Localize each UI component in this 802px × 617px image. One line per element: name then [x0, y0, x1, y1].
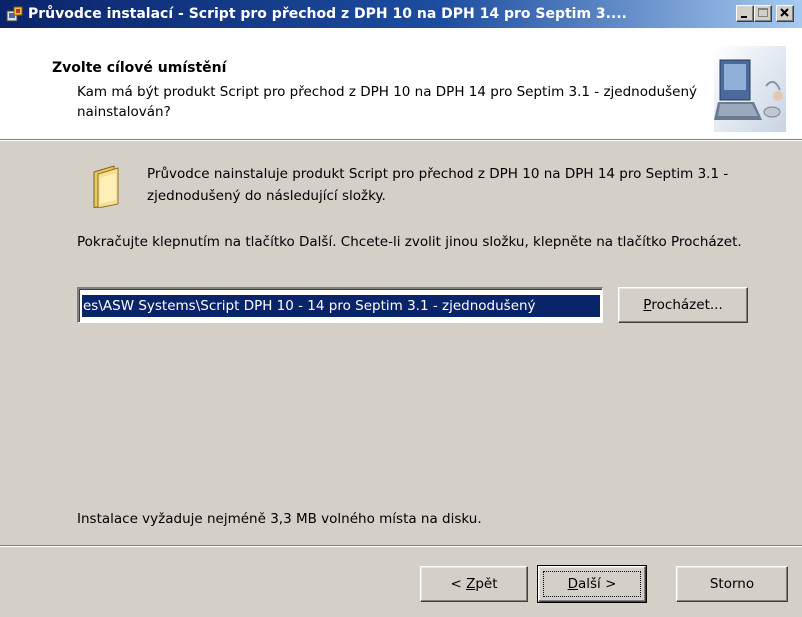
back-prefix: <	[450, 576, 467, 592]
cancel-label: Storno	[709, 576, 755, 592]
destination-path-value: es\ASW Systems\Script DPH 10 - 14 pro Se…	[82, 295, 600, 317]
maximize-button[interactable]	[754, 5, 772, 22]
browse-label: rocházet...	[651, 297, 723, 313]
next-mnemonic: D	[567, 576, 578, 592]
page-title: Zvolte cílové umístění	[52, 60, 227, 76]
installer-window: Průvodce instalací - Script pro přechod …	[0, 0, 802, 617]
cancel-button[interactable]: Storno	[676, 566, 788, 602]
installer-computer-image	[714, 46, 786, 132]
browse-mnemonic: P	[643, 297, 652, 313]
title-bar[interactable]: Průvodce instalací - Script pro přechod …	[0, 0, 802, 28]
back-mnemonic: Z	[466, 576, 476, 592]
minimize-button[interactable]	[736, 5, 754, 22]
install-intro-text: Průvodce nainstaluje produkt Script pro …	[147, 166, 729, 204]
instruction-text: Pokračujte klepnutím na tlačítko Další. …	[77, 234, 742, 250]
minimize-icon	[741, 16, 747, 18]
back-button[interactable]: < Zpět	[420, 566, 528, 602]
close-button[interactable]	[776, 5, 794, 22]
disk-space-text: Instalace vyžaduje nejméně 3,3 MB volnéh…	[77, 511, 482, 527]
folder-icon	[90, 164, 124, 209]
close-icon	[780, 8, 789, 17]
wizard-header: Zvolte cílové umístění Kam má být produk…	[0, 28, 802, 141]
maximize-icon	[758, 8, 768, 17]
destination-path-input[interactable]: es\ASW Systems\Script DPH 10 - 14 pro Se…	[77, 287, 603, 323]
next-button[interactable]: Další >	[537, 565, 647, 603]
page-subtitle: Kam má být produkt Script pro přechod z …	[77, 84, 698, 120]
setup-icon	[6, 5, 24, 23]
next-label: alší >	[577, 576, 617, 592]
back-label: pět	[475, 576, 498, 592]
footer-separator	[0, 545, 802, 547]
window-title: Průvodce instalací - Script pro přechod …	[28, 6, 627, 22]
browse-button[interactable]: Procházet...	[618, 287, 748, 323]
